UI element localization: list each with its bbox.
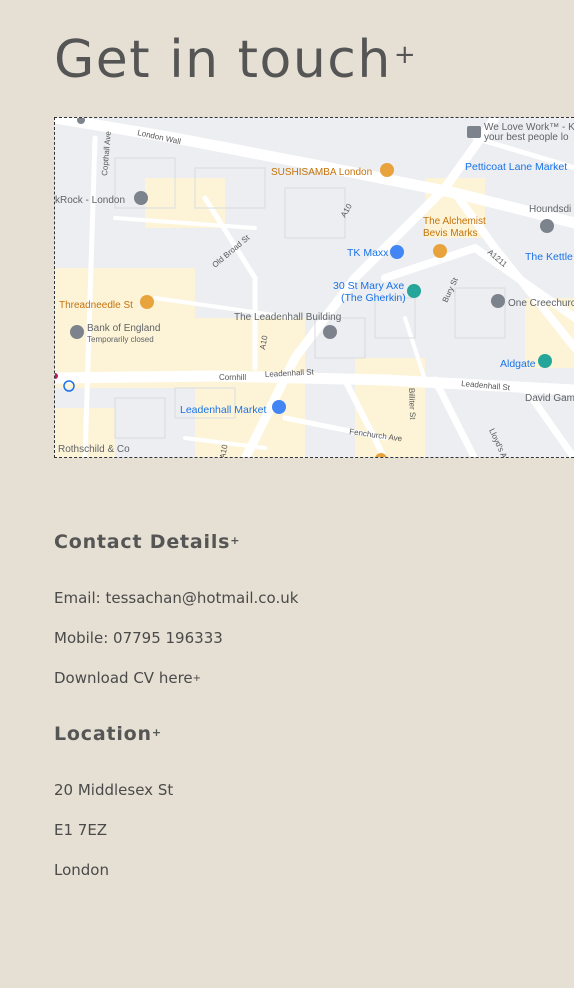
map-place-kettle[interactable]: The Kettle [525,251,573,263]
map-place-david-game[interactable]: David Gam [525,393,574,404]
address-line-2: E1 7EZ [54,821,108,839]
map-place-threadneedle[interactable]: Threadneedle St [59,300,133,311]
map-embed[interactable]: London Wall Copthall Ave Old Broad St A1… [54,117,574,458]
map-place-one-creechurch[interactable]: One Creechurc [508,298,574,309]
map-place-petticoat[interactable]: Petticoat Lane Market [465,161,567,173]
map-place-leadenhall-building[interactable]: The Leadenhall Building [234,312,341,323]
mobile-line: Mobile: 07795 196333 [54,629,223,647]
map-place-bank-1[interactable]: Bank of England [87,323,160,334]
restaurant-pin-icon[interactable] [380,163,394,177]
restaurant-pin-icon[interactable] [140,295,154,309]
contact-heading-plus: + [230,534,241,547]
location-heading-plus: + [151,726,162,739]
email-label: Email: [54,589,106,607]
address-line-3: London [54,861,109,879]
map-place-tk-maxx[interactable]: TK Maxx [347,247,389,259]
map-place-houndsditch[interactable]: Houndsdi [529,204,571,215]
bar-pin-icon[interactable] [433,244,447,258]
map-place-aldgate[interactable]: Aldgate [500,358,536,370]
email-line: Email: tessachan@hotmail.co.uk [54,589,298,607]
download-cv-link[interactable]: Download CV here+ [54,669,201,687]
camera-pin-icon[interactable] [407,284,421,298]
map-road-billiter: Billiter St [407,388,417,421]
mobile-label: Mobile: [54,629,114,647]
map-place-rothschild[interactable]: Rothschild & Co [58,444,130,455]
map-place-leadenhall-market[interactable]: Leadenhall Market [180,404,266,416]
page-title-plus: + [393,39,418,70]
email-link[interactable]: tessachan@hotmail.co.uk [105,589,298,607]
map-place-welovework-2: your best people lo [484,132,569,143]
map-road-cornhill: Cornhill [219,373,246,382]
address-line-1: 20 Middlesex St [54,781,174,799]
shop-pin-icon[interactable] [272,400,286,414]
map-building-icon [467,126,481,138]
map-place-sushisamba[interactable]: SUSHISAMBA London [271,167,372,178]
mobile-number: 07795 196333 [113,629,223,647]
contact-details-heading: Contact Details+ [54,531,240,553]
map-place-gherkin-1[interactable]: 30 St Mary Axe [333,280,404,292]
map-place-gherkin-2[interactable]: (The Gherkin) [341,292,406,304]
map-place-alchemist-1[interactable]: The Alchemist [423,216,486,227]
contact-heading-text: Contact Details [54,531,231,553]
map-place-rock-london[interactable]: kRock - London [55,195,125,206]
download-cv-text: Download CV here [54,669,193,687]
location-heading: Location+ [54,723,162,745]
place-pin-icon[interactable] [540,219,554,233]
map-place-bank-2: Temporarily closed [87,335,154,344]
place-pin-icon[interactable] [491,294,505,308]
place-pin-icon[interactable] [134,191,148,205]
page-title: Get in touch+ [54,30,417,90]
place-pin-icon[interactable] [323,325,337,339]
transit-pin-icon[interactable] [538,354,552,368]
bank-pin-icon[interactable] [70,325,84,339]
download-cv-plus: + [192,673,202,684]
shop-pin-icon[interactable] [390,245,404,259]
map-place-alchemist-2[interactable]: Bevis Marks [423,228,477,239]
location-heading-text: Location [54,723,152,745]
page-title-text: Get in touch [54,30,392,90]
map-canvas[interactable]: London Wall Copthall Ave Old Broad St A1… [55,118,574,458]
